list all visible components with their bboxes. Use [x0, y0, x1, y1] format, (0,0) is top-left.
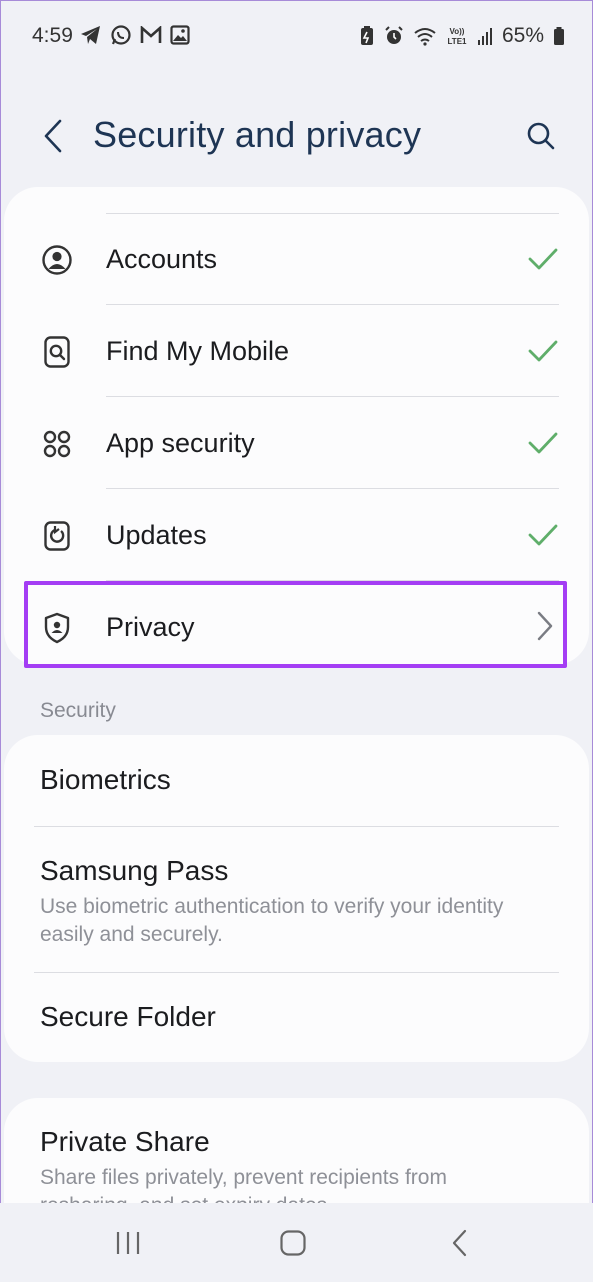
- privacy-highlight-box: [24, 581, 567, 668]
- back-button[interactable]: [36, 114, 70, 158]
- back-arrow-icon: [44, 119, 62, 153]
- menu-item-title: Private Share: [40, 1126, 210, 1157]
- find-my-mobile-icon: [40, 335, 74, 369]
- notification-icons: [80, 24, 190, 46]
- recents-icon: [116, 1232, 140, 1254]
- status-bar: 4:59 Vo)) LTE1 65%: [0, 0, 593, 72]
- menu-item-app-security[interactable]: App security: [4, 397, 589, 489]
- alarm-icon: [384, 26, 404, 46]
- recents-button[interactable]: [98, 1223, 158, 1263]
- check-icon: [528, 432, 558, 454]
- battery-icon: [553, 26, 565, 46]
- settings-card-private-share: Private Share Share files privately, pre…: [4, 1098, 589, 1203]
- search-icon: [527, 122, 555, 150]
- signal-icon: [477, 26, 493, 46]
- menu-item-title: Biometrics: [40, 764, 171, 795]
- menu-item-label: Find My Mobile: [106, 336, 290, 366]
- app-header: Security and privacy: [0, 100, 593, 170]
- account-icon: [40, 243, 74, 277]
- app-security-icon: [40, 427, 74, 461]
- menu-item-private-share[interactable]: Private Share Share files privately, pre…: [4, 1098, 589, 1203]
- menu-item-find-my-mobile[interactable]: Find My Mobile: [4, 305, 589, 397]
- menu-item-title: Samsung Pass: [40, 855, 229, 886]
- svg-text:LTE1: LTE1: [447, 37, 467, 46]
- status-time: 4:59: [32, 24, 73, 47]
- menu-item-subtitle: Share files privately, prevent recipient…: [40, 1166, 447, 1203]
- settings-card-security: Biometrics Samsung Pass Use biometric au…: [4, 735, 589, 1062]
- battery-percentage: 65%: [501, 24, 544, 47]
- nav-back-button[interactable]: [430, 1223, 490, 1263]
- menu-item-samsung-pass[interactable]: Samsung Pass Use biometric authenticatio…: [4, 827, 589, 972]
- menu-item-biometrics[interactable]: Biometrics: [4, 735, 589, 826]
- gmail-icon: [140, 26, 162, 44]
- check-icon: [528, 524, 558, 546]
- back-icon: [452, 1229, 467, 1257]
- gallery-icon: [170, 25, 190, 45]
- system-icons: Vo)) LTE1 65%: [359, 24, 565, 48]
- check-icon: [528, 340, 558, 362]
- wifi-icon: [413, 26, 437, 46]
- menu-item-secure-folder[interactable]: Secure Folder: [4, 973, 589, 1062]
- page-title: Security and privacy: [93, 114, 422, 155]
- menu-item-label: Updates: [106, 520, 207, 550]
- updates-icon: [40, 519, 74, 553]
- menu-item-label: App security: [106, 428, 255, 458]
- menu-item-label: Accounts: [106, 244, 218, 274]
- volte-icon: Vo)) LTE1: [446, 26, 468, 46]
- menu-item-subtitle: Use biometric authentication to verify y…: [40, 895, 504, 946]
- menu-item-title: Secure Folder: [40, 1001, 216, 1032]
- telegram-icon: [80, 25, 102, 45]
- whatsapp-icon: [110, 24, 132, 46]
- battery-saver-icon: [359, 25, 375, 47]
- home-button[interactable]: [263, 1223, 323, 1263]
- svg-text:Vo)): Vo)): [449, 27, 464, 36]
- check-icon: [528, 248, 558, 270]
- menu-item-updates[interactable]: Updates: [4, 489, 589, 581]
- menu-item-accounts[interactable]: Accounts: [4, 213, 589, 305]
- navigation-bar: [0, 1203, 593, 1282]
- home-icon: [280, 1230, 306, 1256]
- search-button[interactable]: [519, 114, 563, 158]
- section-header-security: Security: [40, 699, 116, 722]
